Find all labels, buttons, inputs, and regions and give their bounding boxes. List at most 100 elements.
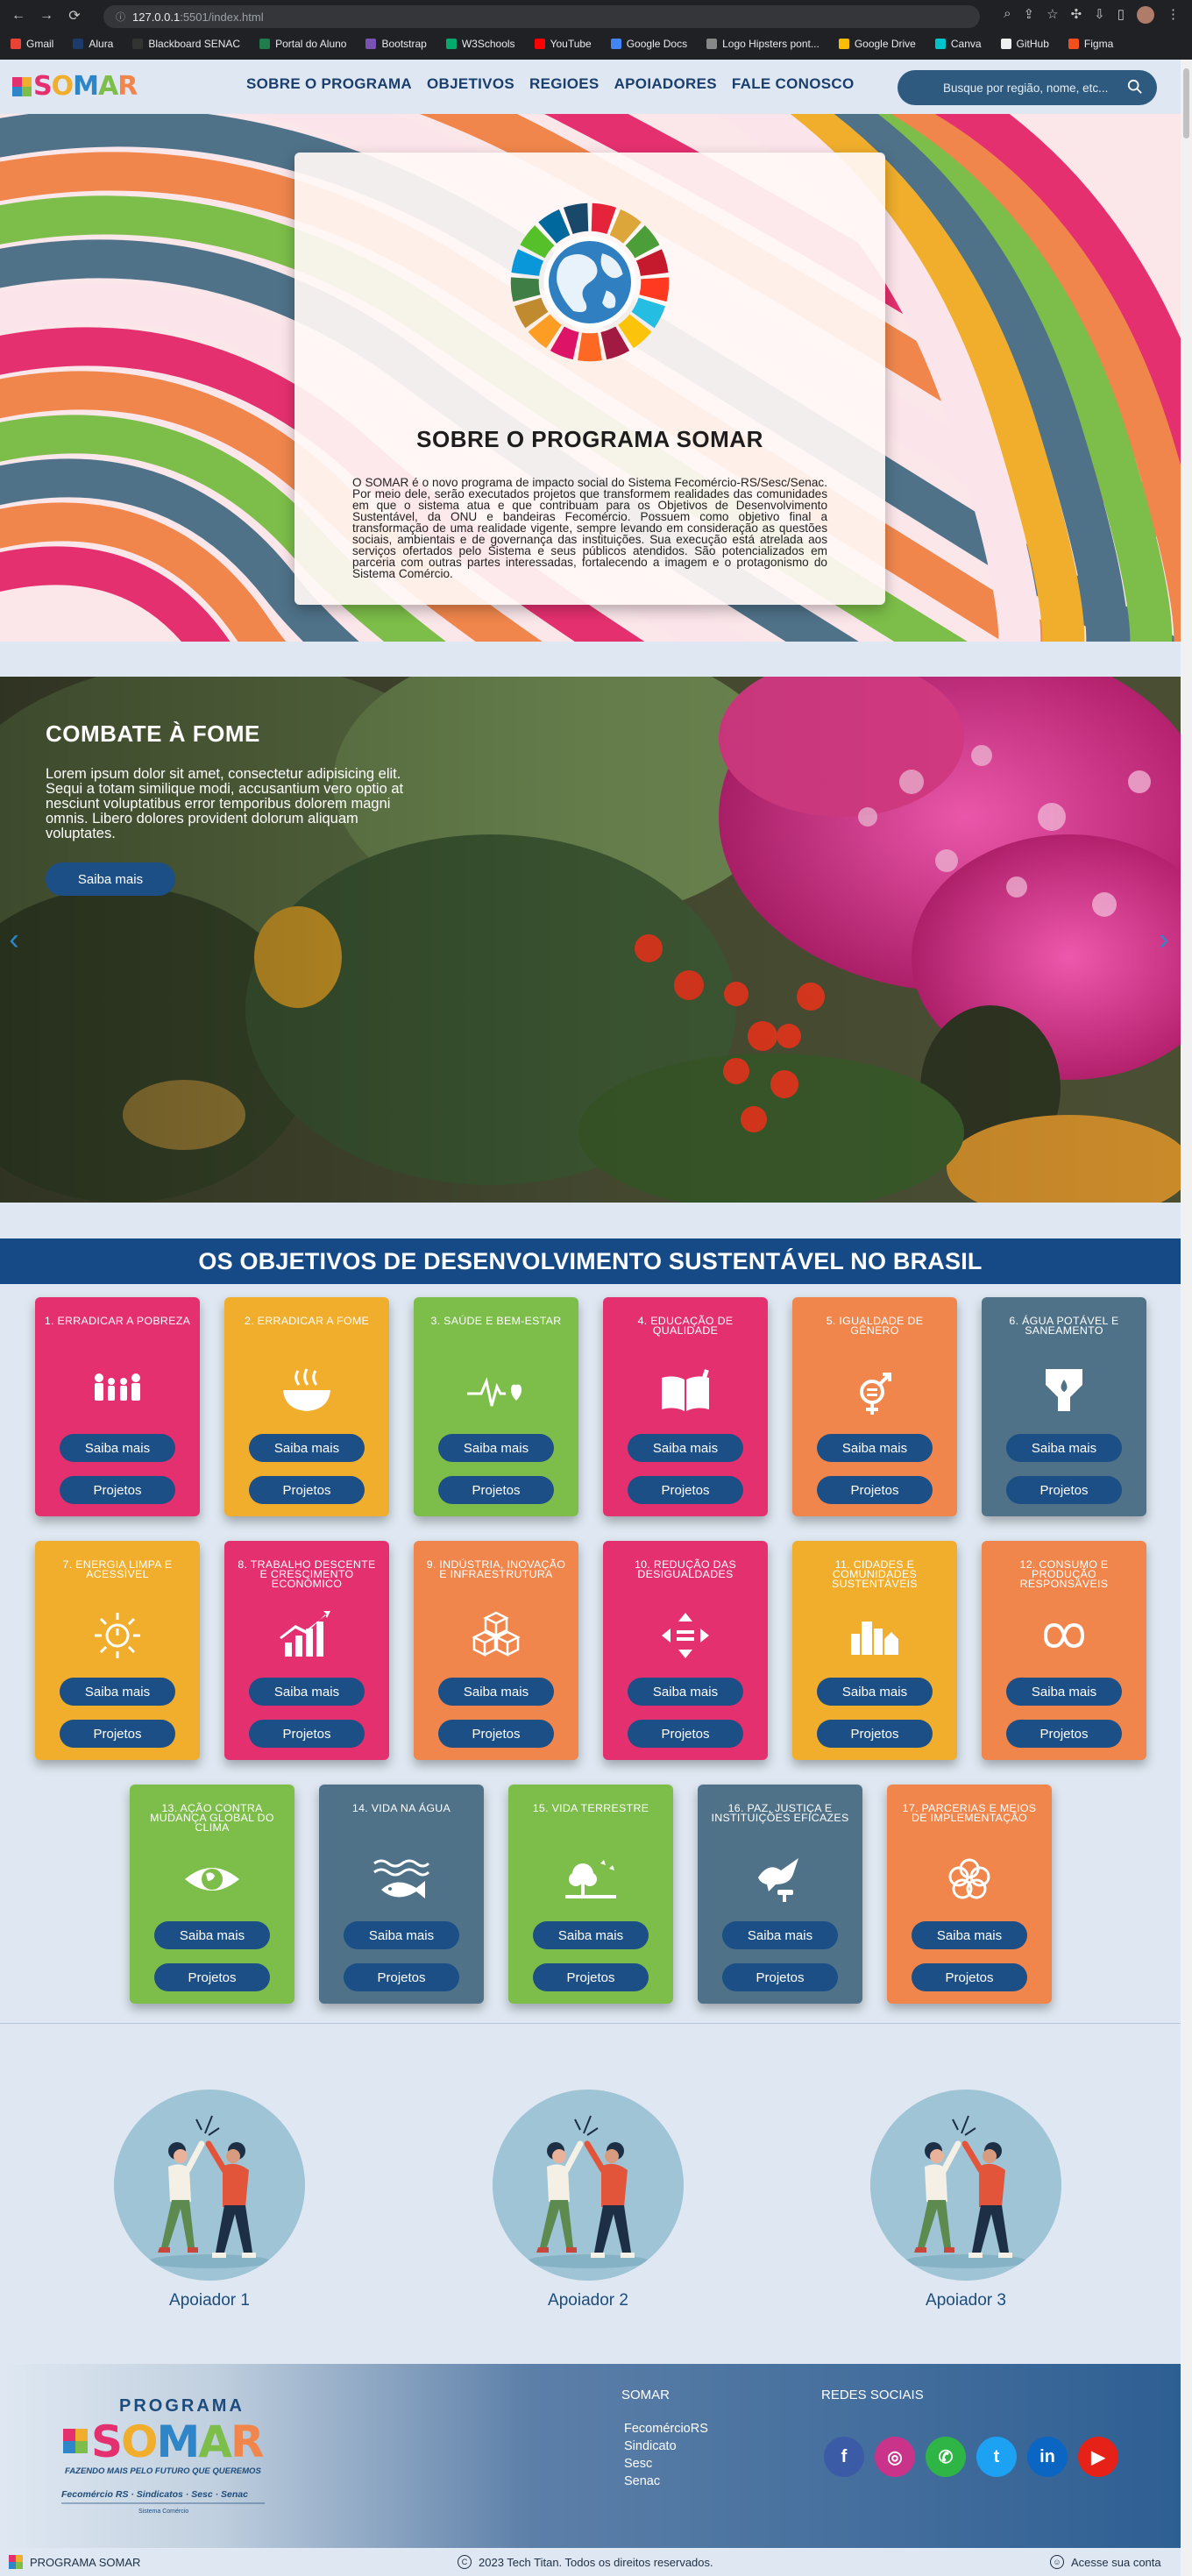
bookmark-item[interactable]: W3Schools <box>445 38 515 50</box>
ods-projetos-button[interactable]: Projetos <box>249 1720 365 1748</box>
ods-saiba-mais-button[interactable]: Saiba mais <box>438 1678 554 1706</box>
ods-saiba-mais-button[interactable]: Saiba mais <box>912 1921 1027 1949</box>
ods-saiba-mais-button[interactable]: Saiba mais <box>817 1678 933 1706</box>
url-path: :5501/index.html <box>180 10 264 24</box>
ods-saiba-mais-button[interactable]: Saiba mais <box>817 1434 933 1462</box>
supporter-illustration[interactable] <box>870 2090 1061 2281</box>
forward-icon[interactable]: → <box>37 6 56 25</box>
bookmark-item[interactable]: YouTube <box>534 38 592 50</box>
ods-saiba-mais-button[interactable]: Saiba mais <box>438 1434 554 1462</box>
bookmark-item[interactable]: Portal do Aluno <box>259 38 346 50</box>
ods-projetos-button[interactable]: Projetos <box>438 1720 554 1748</box>
supporter-illustration[interactable] <box>493 2090 684 2281</box>
ods-saiba-mais-button[interactable]: Saiba mais <box>533 1921 649 1949</box>
bookmark-label: Gmail <box>26 38 54 50</box>
bookmark-favicon-icon <box>132 39 144 49</box>
ods-saiba-mais-button[interactable]: Saiba mais <box>628 1678 743 1706</box>
bookmark-star-icon[interactable]: ☆ <box>1047 6 1058 24</box>
carousel-saiba-mais-button[interactable]: Saiba mais <box>46 862 175 896</box>
ods-projetos-button[interactable]: Projetos <box>817 1476 933 1504</box>
ods-projetos-button[interactable]: Projetos <box>533 1963 649 1991</box>
ods-saiba-mais-button[interactable]: Saiba mais <box>249 1434 365 1462</box>
page-scrollbar[interactable] <box>1181 60 1192 2576</box>
account-text: Acesse sua conta <box>1071 2555 1161 2569</box>
supporter-label[interactable]: Apoiador 1 <box>114 2291 305 2310</box>
equality-icon <box>662 1613 709 1658</box>
instagram-icon[interactable]: ◎ <box>875 2437 915 2477</box>
ods-projetos-button[interactable]: Projetos <box>1006 1720 1122 1748</box>
ods-projetos-button[interactable]: Projetos <box>628 1476 743 1504</box>
ods-projetos-button[interactable]: Projetos <box>60 1476 175 1504</box>
ods-projetos-button[interactable]: Projetos <box>154 1963 270 1991</box>
whatsapp-icon[interactable]: ✆ <box>926 2437 966 2477</box>
supporter-label[interactable]: Apoiador 3 <box>870 2291 1061 2310</box>
supporter-illustration[interactable] <box>114 2090 305 2281</box>
footer-link[interactable]: Sesc <box>624 2457 652 2471</box>
profile-avatar[interactable] <box>1137 6 1154 24</box>
sidepanel-icon[interactable]: ▯ <box>1118 6 1125 24</box>
youtube-icon[interactable]: ▶ <box>1078 2437 1118 2477</box>
bookmark-item[interactable]: Logo Hipsters pont... <box>706 38 820 50</box>
ods-saiba-mais-button[interactable]: Saiba mais <box>1006 1434 1122 1462</box>
ods-saiba-mais-button[interactable]: Saiba mais <box>1006 1678 1122 1706</box>
bookmark-item[interactable]: Bootstrap <box>365 38 427 50</box>
ods-saiba-mais-button[interactable]: Saiba mais <box>60 1678 175 1706</box>
footer-link[interactable]: Sindicato <box>624 2439 677 2453</box>
ods-projetos-button[interactable]: Projetos <box>438 1476 554 1504</box>
bookmark-item[interactable]: Google Drive <box>838 38 916 50</box>
bookmark-item[interactable]: Gmail <box>11 38 53 50</box>
logo[interactable]: SOMAR <box>12 71 138 102</box>
nav-sobre[interactable]: SOBRE O PROGRAMA <box>246 75 412 93</box>
address-bar[interactable]: ⓘ 127.0.0.1 :5501/index.html <box>103 5 980 28</box>
carousel-next-icon[interactable]: › <box>1153 924 1174 955</box>
ods-saiba-mais-button[interactable]: Saiba mais <box>344 1921 459 1949</box>
ods-saiba-mais-button[interactable]: Saiba mais <box>154 1921 270 1949</box>
reload-icon[interactable]: ⟳ <box>65 6 84 25</box>
nav-objetivos[interactable]: OBJETIVOS <box>427 75 514 93</box>
nav-fale-conosco[interactable]: FALE CONOSCO <box>732 75 855 93</box>
scroll-thumb[interactable] <box>1183 68 1189 138</box>
menu-icon[interactable]: ⋮ <box>1167 6 1180 24</box>
ods-projetos-button[interactable]: Projetos <box>249 1476 365 1504</box>
ods-saiba-mais-button[interactable]: Saiba mais <box>722 1921 838 1949</box>
ods-projetos-button[interactable]: Projetos <box>912 1963 1027 1991</box>
extensions-icon[interactable]: ✣ <box>1071 6 1082 24</box>
back-icon[interactable]: ← <box>9 6 28 25</box>
search-icon[interactable] <box>1127 79 1143 95</box>
svg-text:FAZENDO MAIS PELO FUTURO QUE Q: FAZENDO MAIS PELO FUTURO QUE QUEREMOS <box>65 2466 261 2476</box>
bookmark-item[interactable]: Canva <box>934 38 982 50</box>
ods-projetos-button[interactable]: Projetos <box>722 1963 838 1991</box>
ods-projetos-button[interactable]: Projetos <box>60 1720 175 1748</box>
bookmark-item[interactable]: GitHub <box>1000 38 1049 50</box>
footer-link[interactable]: FecomércioRS <box>624 2422 708 2436</box>
ods-projetos-button[interactable]: Projetos <box>628 1720 743 1748</box>
about-section: SOBRE O PROGRAMA SOMAR O SOMAR é o novo … <box>0 114 1181 642</box>
ods-saiba-mais-button[interactable]: Saiba mais <box>628 1434 743 1462</box>
share-icon[interactable]: ⇪ <box>1024 6 1035 24</box>
bookmark-item[interactable]: Blackboard SENAC <box>132 38 240 50</box>
sdg-wheel-segment <box>639 277 670 302</box>
footer-somar-logo[interactable]: PROGRAMA SOMAR FAZENDO MAIS PELO FUTURO … <box>58 2388 277 2529</box>
info-icon[interactable]: ⓘ <box>116 10 125 24</box>
main-nav: SOBRE O PROGRAMA OBJETIVOS REGIOES APOIA… <box>246 75 854 93</box>
ods-saiba-mais-button[interactable]: Saiba mais <box>60 1434 175 1462</box>
ods-projetos-button[interactable]: Projetos <box>344 1963 459 1991</box>
download-icon[interactable]: ⇩ <box>1094 6 1105 24</box>
nav-apoiadores[interactable]: APOIADORES <box>614 75 717 93</box>
supporter-label[interactable]: Apoiador 2 <box>493 2291 684 2310</box>
account-link[interactable]: ☺ Acesse sua conta <box>1050 2555 1161 2569</box>
zoom-icon[interactable]: ⌕ <box>1004 6 1011 24</box>
bookmark-item[interactable]: Figma <box>1068 38 1113 50</box>
ods-projetos-button[interactable]: Projetos <box>817 1720 933 1748</box>
facebook-icon[interactable]: f <box>824 2437 864 2477</box>
bookmark-item[interactable]: Google Docs <box>610 38 687 50</box>
search-input[interactable] <box>943 81 1118 95</box>
nav-regioes[interactable]: REGIOES <box>529 75 600 93</box>
bookmark-item[interactable]: Alura <box>73 38 113 50</box>
ods-saiba-mais-button[interactable]: Saiba mais <box>249 1678 365 1706</box>
twitter-icon[interactable]: t <box>976 2437 1017 2477</box>
footer-link[interactable]: Senac <box>624 2474 660 2488</box>
ods-projetos-button[interactable]: Projetos <box>1006 1476 1122 1504</box>
linkedin-icon[interactable]: in <box>1027 2437 1068 2477</box>
carousel-prev-icon[interactable]: ‹ <box>4 924 25 955</box>
